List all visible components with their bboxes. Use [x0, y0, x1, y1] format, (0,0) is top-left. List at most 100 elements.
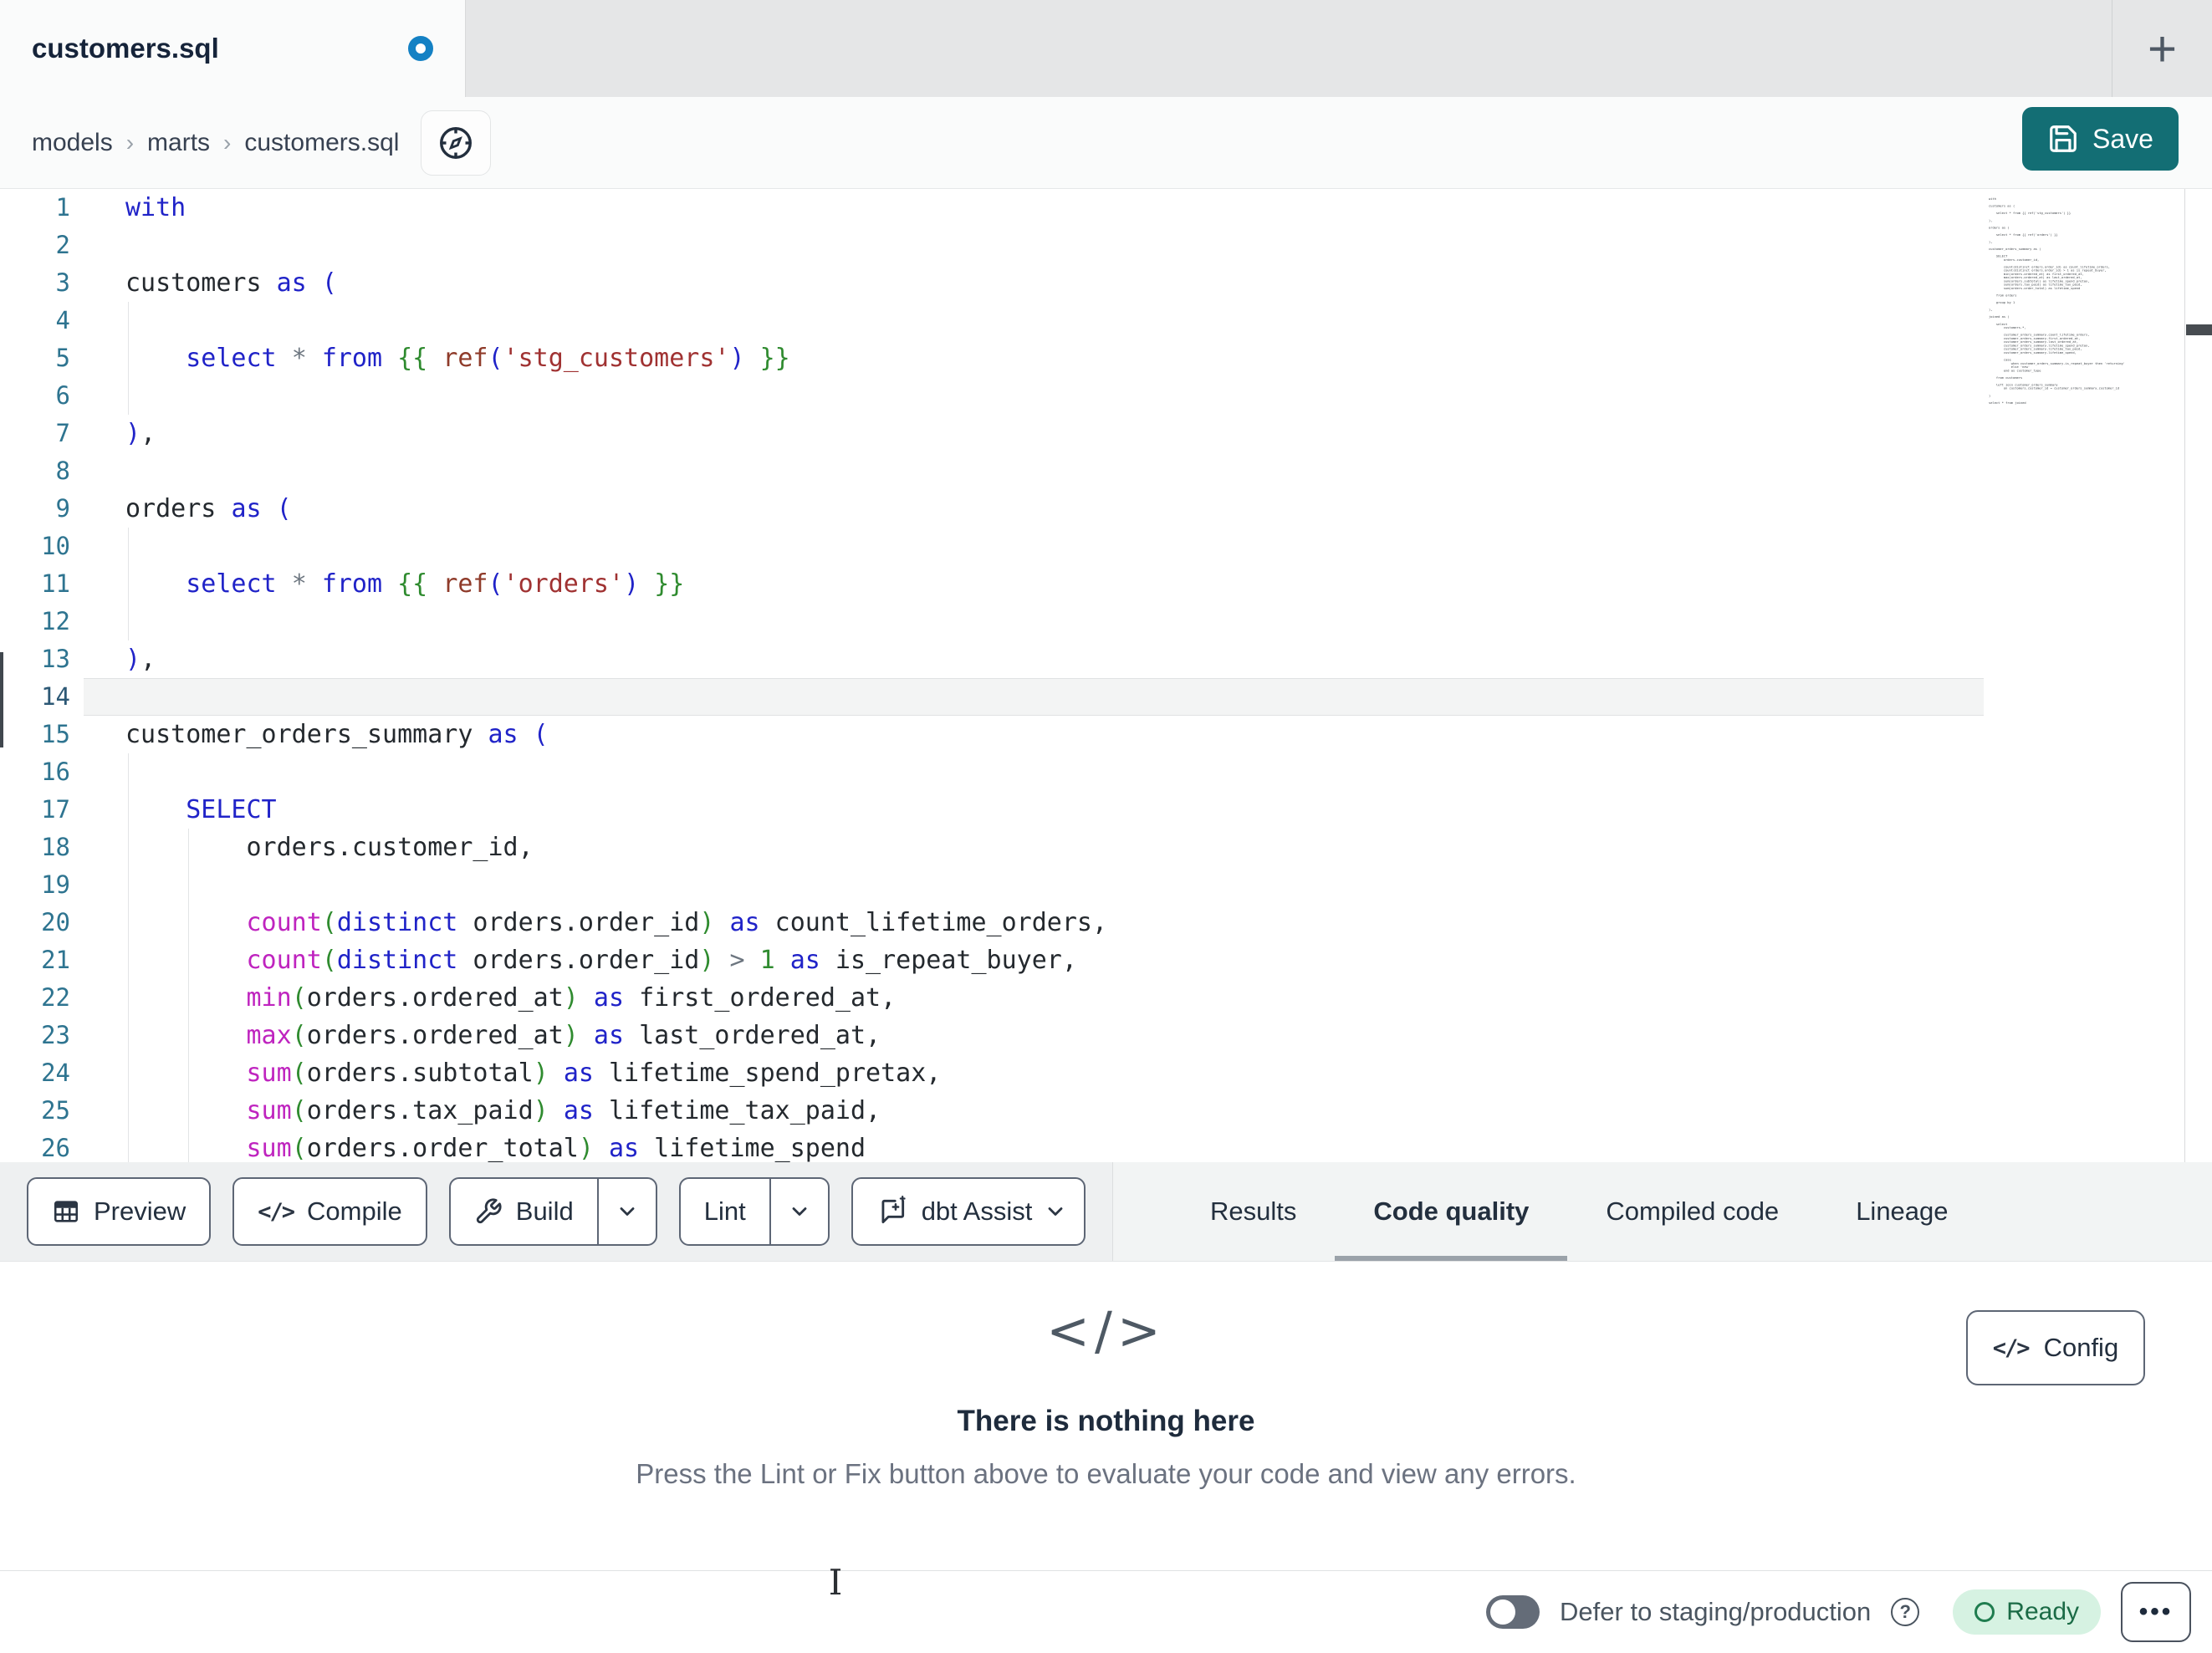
code-line-content [125, 227, 1982, 264]
line-number: 12 [41, 607, 70, 635]
code-line: 19 [0, 866, 2212, 904]
overflow-menu-button[interactable]: ••• [2121, 1582, 2191, 1642]
line-number: 15 [41, 720, 70, 748]
line-number: 21 [41, 946, 70, 974]
code-line-content: select * from {{ ref('orders') }} [125, 565, 1982, 603]
lint-label: Lint [703, 1196, 746, 1226]
table-icon [52, 1197, 80, 1226]
code-line: 11 select * from {{ ref('orders') }} [0, 565, 2212, 603]
code-editor[interactable]: 1 with 2 3 customers as (4 5 select * from {{… [0, 189, 2212, 1162]
format-compass-button[interactable] [421, 110, 492, 176]
tab-lineage[interactable]: Lineage [1817, 1162, 1986, 1261]
code-line: 16 [0, 753, 2212, 791]
save-icon [2047, 123, 2079, 155]
save-button[interactable]: Save [2022, 107, 2179, 171]
indent-guide [128, 1054, 129, 1092]
line-number: 18 [41, 833, 70, 861]
code-line: 22 min(orders.ordered_at) as first_order… [0, 979, 2212, 1017]
breadcrumb-item-marts[interactable]: marts [147, 129, 210, 157]
indent-guide [128, 829, 129, 866]
line-number: 24 [41, 1059, 70, 1087]
preview-button[interactable]: Preview [27, 1177, 212, 1246]
build-button[interactable]: Build [448, 1177, 657, 1246]
code-line-content: sum(orders.subtotal) as lifetime_spend_p… [125, 1054, 1982, 1092]
code-line-content: SELECT [125, 791, 1982, 829]
new-tab-button[interactable]: + [2112, 0, 2212, 97]
indent-guide [128, 866, 129, 904]
lint-button[interactable]: Lint [678, 1177, 830, 1246]
tab-results[interactable]: Results [1172, 1162, 1335, 1261]
code-line-content: min(orders.ordered_at) as first_ordered_… [125, 979, 1982, 1017]
code-line: 1 with [0, 189, 2212, 227]
panel-tabs: Results Code quality Compiled code Linea… [1112, 1162, 2212, 1261]
build-dropdown-button[interactable] [596, 1179, 656, 1244]
chevron-down-icon [788, 1200, 811, 1223]
ide-status-badge[interactable]: Ready [1953, 1589, 2101, 1635]
code-line: 14 [0, 678, 2212, 716]
code-line-content: customers as ( [125, 268, 337, 298]
code-icon: </> [1992, 1334, 2031, 1361]
code-icon: </> [258, 1198, 295, 1225]
save-label: Save [2092, 123, 2153, 154]
file-header-bar: models › marts › customers.sql Save [0, 97, 2212, 189]
line-number: 17 [41, 795, 70, 824]
compile-button[interactable]: </> Compile [232, 1177, 427, 1246]
indent-guide [128, 1130, 129, 1162]
defer-toggle[interactable] [1486, 1595, 1540, 1629]
line-number: 10 [41, 532, 70, 560]
indent-guide [128, 528, 129, 565]
code-line: 23 max(orders.ordered_at) as last_ordere… [0, 1017, 2212, 1054]
toggle-knob [1490, 1599, 1516, 1625]
tab-customers-sql[interactable]: customers.sql [0, 0, 466, 97]
code-icon: </> [1046, 1300, 1166, 1361]
code-line: 17 SELECT [0, 791, 2212, 829]
dbt-assist-dropdown-button[interactable] [1040, 1179, 1084, 1244]
lint-dropdown-button[interactable] [769, 1179, 828, 1244]
editor-scrollbar-thumb[interactable] [2186, 324, 2212, 335]
code-line-content: with [125, 193, 186, 222]
code-line-content [125, 603, 1982, 640]
build-label: Build [515, 1196, 574, 1226]
panel-resize-handle[interactable] [0, 652, 3, 747]
code-line: 7), [0, 415, 2212, 452]
breadcrumb-separator-icon: › [223, 129, 232, 156]
chevron-down-icon [616, 1200, 639, 1223]
code-line-content [125, 866, 1982, 904]
code-line: 18 orders.customer_id, [0, 829, 2212, 866]
dbt-assist-button[interactable]: dbt Assist [851, 1177, 1086, 1246]
code-line: 25 sum(orders.tax_paid) as lifetime_tax_… [0, 1092, 2212, 1130]
code-line: 2 [0, 227, 2212, 264]
config-button[interactable]: </> Config [1966, 1310, 2145, 1385]
indent-guide [128, 1017, 129, 1054]
breadcrumb: models › marts › customers.sql [32, 129, 399, 157]
tab-code-quality[interactable]: Code quality [1335, 1162, 1568, 1261]
editor-toolbar: Preview </> Compile Build Lint dbt Assis… [0, 1162, 2212, 1261]
toolbar-buttons: Preview </> Compile Build Lint dbt Assis… [0, 1162, 1112, 1261]
code-line: 26 sum(orders.order_total) as lifetime_s… [0, 1130, 2212, 1162]
tab-compiled-code[interactable]: Compiled code [1567, 1162, 1817, 1261]
code-line-content: orders as ( [125, 494, 292, 523]
editor-scrollbar[interactable] [2184, 189, 2212, 1162]
preview-label: Preview [94, 1196, 186, 1226]
breadcrumb-item-customers-sql[interactable]: customers.sql [244, 129, 399, 157]
code-line-content: select * from {{ ref('stg_customers') }} [125, 339, 1982, 377]
line-number: 25 [41, 1096, 70, 1125]
defer-label: Defer to staging/production [1560, 1597, 1872, 1626]
empty-state-subtitle: Press the Lint or Fix button above to ev… [636, 1458, 1576, 1489]
indent-guide [128, 941, 129, 979]
minimap[interactable]: with customers as ( select * from {{ ref… [1989, 197, 2183, 1150]
code-line: 5 select * from {{ ref('stg_customers') … [0, 339, 2212, 377]
code-line: 3 customers as ( [0, 264, 2212, 302]
tab-compiled-code-label: Compiled code [1606, 1196, 1780, 1226]
indent-guide [188, 979, 189, 1017]
indent-guide [188, 1130, 189, 1162]
code-line-content: sum(orders.tax_paid) as lifetime_tax_pai… [125, 1092, 1982, 1130]
config-label: Config [2043, 1333, 2119, 1362]
indent-guide [128, 339, 129, 377]
breadcrumb-item-models[interactable]: models [32, 129, 113, 157]
line-number: 19 [41, 870, 70, 899]
code-line: 15 customer_orders_summary as ( [0, 716, 2212, 753]
line-number: 16 [41, 758, 70, 786]
tab-results-label: Results [1210, 1196, 1297, 1226]
help-icon[interactable]: ? [1891, 1598, 1920, 1626]
